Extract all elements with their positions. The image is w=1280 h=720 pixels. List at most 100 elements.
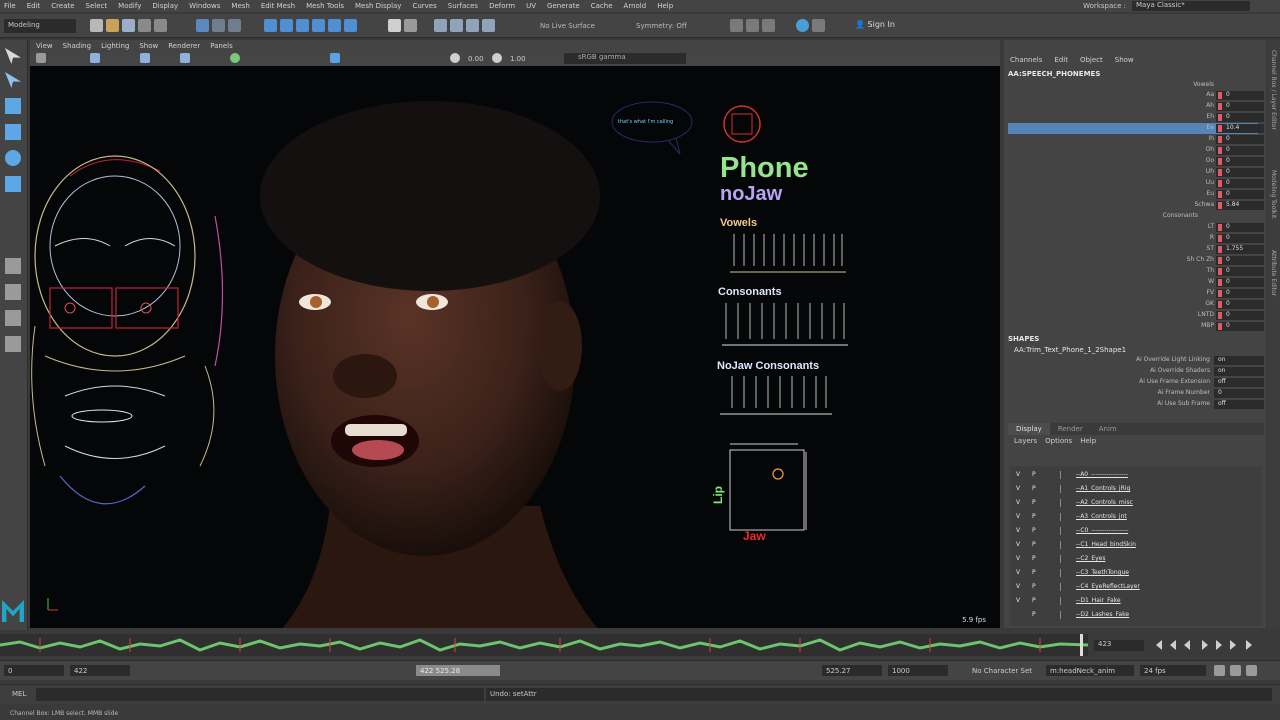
layer-visibility[interactable]: V <box>1016 485 1020 492</box>
exposure-value[interactable]: 0.00 <box>468 55 484 63</box>
ipr-render-icon[interactable] <box>450 19 463 32</box>
paint-tool-icon[interactable] <box>5 98 21 114</box>
layer-menu-help[interactable]: Help <box>1080 437 1096 445</box>
attr-value[interactable]: 0 <box>1216 168 1264 177</box>
layer-menu-layers[interactable]: Layers <box>1014 437 1037 445</box>
shape-attr-row[interactable]: Ai Use Frame Extension off <box>1008 377 1264 388</box>
history-icon[interactable] <box>404 19 417 32</box>
attr-row-oh[interactable]: Oh 0 <box>1008 145 1264 156</box>
snap-surface-icon[interactable] <box>328 19 341 32</box>
attr-value[interactable]: 0 <box>1216 322 1264 331</box>
layer-row[interactable]: V P --C4_EyeReflectLayer <box>1010 580 1262 593</box>
layer-row[interactable]: V P --C0_----------------- <box>1010 524 1262 537</box>
anim-layer-dropdown[interactable]: m:headNeck_anim <box>1046 665 1134 676</box>
tab-render[interactable]: Render <box>1050 423 1091 435</box>
menu-create[interactable]: Create <box>51 2 74 10</box>
consonant-sliders[interactable] <box>720 301 850 353</box>
attr-row-mbp[interactable]: MBP 0 <box>1008 321 1264 332</box>
outliner-view-icon[interactable] <box>5 336 21 352</box>
layer-row[interactable]: V P --A1_Controls_jRig <box>1010 482 1262 495</box>
layer-name[interactable]: --C0_----------------- <box>1076 527 1128 534</box>
layer-row[interactable]: V P --A3_Controls_jnt <box>1010 510 1262 523</box>
menu-arnold[interactable]: Arnold <box>624 2 647 10</box>
cb-menu-edit[interactable]: Edit <box>1054 56 1068 64</box>
save-scene-icon[interactable] <box>122 19 135 32</box>
grid-icon[interactable] <box>140 53 150 63</box>
layer-playback[interactable]: P <box>1032 541 1036 548</box>
menu-mesh[interactable]: Mesh <box>231 2 249 10</box>
layer-visibility[interactable]: V <box>1016 513 1020 520</box>
snap-plane-icon[interactable] <box>344 19 357 32</box>
attr-row-uu[interactable]: Uu 0 <box>1008 178 1264 189</box>
snap-point-icon[interactable] <box>296 19 309 32</box>
render-settings-icon[interactable] <box>466 19 479 32</box>
attr-value[interactable]: 10.4 <box>1216 124 1264 133</box>
layer-playback[interactable]: P <box>1032 611 1036 618</box>
attr-row-uh[interactable]: Uh 0 <box>1008 167 1264 178</box>
layer-visibility[interactable]: V <box>1016 527 1020 534</box>
move-tool-icon[interactable] <box>5 124 21 140</box>
menu-generate[interactable]: Generate <box>547 2 580 10</box>
vp-menu-renderer[interactable]: Renderer <box>168 42 200 50</box>
layer-color-swatch[interactable] <box>1060 527 1070 535</box>
attr-row-ee[interactable]: Ee 10.4 <box>1008 123 1264 134</box>
attr-row-w[interactable]: W0 <box>1008 277 1264 288</box>
menu-edit[interactable]: Edit <box>27 2 41 10</box>
attr-value[interactable]: 0 <box>1216 179 1264 188</box>
attr-value[interactable]: off <box>1214 378 1264 387</box>
layer-name[interactable]: --C2_Eyes <box>1076 555 1106 562</box>
playback-end-field[interactable]: 525.27 <box>822 665 882 676</box>
attr-row-gk[interactable]: GK 0 <box>1008 299 1264 310</box>
lights-icon[interactable] <box>230 53 240 63</box>
script-language-label[interactable]: MEL <box>12 690 26 698</box>
layer-color-swatch[interactable] <box>1060 569 1070 577</box>
layer-visibility[interactable]: V <box>1016 471 1020 478</box>
select-tool-icon[interactable] <box>5 48 21 64</box>
new-scene-icon[interactable] <box>90 19 103 32</box>
exposure-icon[interactable] <box>450 53 460 63</box>
attr-row-shchzh[interactable]: Sh Ch Zh 0 <box>1008 255 1264 266</box>
attr-value[interactable]: 0 <box>1216 234 1264 243</box>
layer-name[interactable]: --C3_TeethTongue <box>1076 569 1129 576</box>
layer-name[interactable]: --D1_Hair_Fake <box>1076 597 1121 604</box>
layer-color-swatch[interactable] <box>1060 485 1070 493</box>
cb-menu-object[interactable]: Object <box>1080 56 1103 64</box>
shape-attr-row[interactable]: Ai Use Sub Frame off <box>1008 399 1264 410</box>
current-frame-field[interactable]: 423 <box>1094 640 1144 651</box>
layer-playback[interactable]: P <box>1032 527 1036 534</box>
end-time-field[interactable]: 1000 <box>888 665 948 676</box>
symmetry-label[interactable]: Symmetry: Off <box>636 22 687 30</box>
mode-dropdown[interactable]: Modeling <box>4 19 76 33</box>
camera-icon[interactable] <box>36 53 46 63</box>
fps-dropdown[interactable]: 24 fps <box>1140 665 1206 676</box>
layer-row[interactable]: V P --D1_Hair_Fake <box>1010 594 1262 607</box>
attr-value[interactable]: 0 <box>1216 300 1264 309</box>
layer-visibility[interactable]: V <box>1016 583 1020 590</box>
tab-anim[interactable]: Anim <box>1091 423 1125 435</box>
lock-icon[interactable] <box>388 19 401 32</box>
audio-icon[interactable] <box>1230 665 1241 676</box>
layer-playback[interactable]: P <box>1032 499 1036 506</box>
layer-playback[interactable]: P <box>1032 569 1036 576</box>
gamma-value[interactable]: 1.00 <box>510 55 526 63</box>
menu-uv[interactable]: UV <box>526 2 536 10</box>
layer-color-swatch[interactable] <box>1060 597 1070 605</box>
layer-row[interactable]: V P --C3_TeethTongue <box>1010 566 1262 579</box>
layer-name[interactable]: --A3_Controls_jnt <box>1076 513 1127 520</box>
vowel-sliders[interactable] <box>728 232 848 278</box>
menu-file[interactable]: File <box>4 2 16 10</box>
shape-attr-row[interactable]: Ai Override Shaders on <box>1008 366 1264 377</box>
menu-mesh-display[interactable]: Mesh Display <box>355 2 401 10</box>
command-input[interactable] <box>36 688 484 701</box>
attr-value[interactable]: 0 <box>1216 223 1264 232</box>
layer-color-swatch[interactable] <box>1060 541 1070 549</box>
workspace-dropdown[interactable]: Maya Classic* <box>1132 1 1250 11</box>
attr-value[interactable]: off <box>1214 400 1264 409</box>
gamma-icon[interactable] <box>492 53 502 63</box>
attr-row-fv[interactable]: FV 0 <box>1008 288 1264 299</box>
attr-value[interactable]: 0 <box>1216 113 1264 122</box>
layer-menu-options[interactable]: Options <box>1045 437 1072 445</box>
attr-row-ih[interactable]: Ih 0 <box>1008 134 1264 145</box>
four-view-icon[interactable] <box>5 284 21 300</box>
cb-menu-show[interactable]: Show <box>1115 56 1134 64</box>
